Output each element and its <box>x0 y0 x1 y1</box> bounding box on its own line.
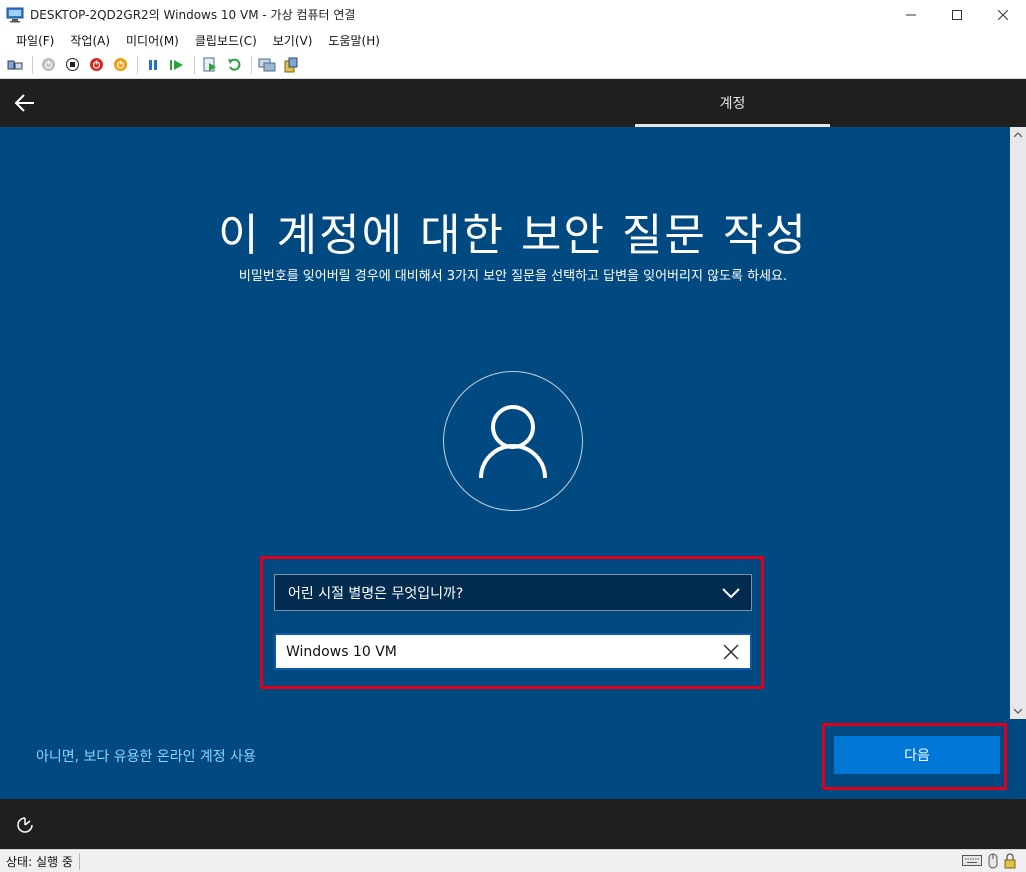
user-avatar <box>443 371 583 511</box>
answer-value: Windows 10 VM <box>286 643 397 660</box>
oobe-header: 계정 <box>0 79 1026 127</box>
mouse-icon <box>988 853 998 869</box>
enhanced-session-icon <box>258 58 276 71</box>
menu-help[interactable]: 도움말(H) <box>320 32 388 49</box>
scroll-down-button[interactable] <box>1010 703 1026 719</box>
share-icon <box>284 57 298 72</box>
menu-action[interactable]: 작업(A) <box>62 32 118 49</box>
accessibility-icon[interactable] <box>16 816 34 834</box>
menu-clipboard[interactable]: 클립보드(C) <box>187 32 265 49</box>
chevron-down-icon <box>1014 708 1022 714</box>
window-title: DESKTOP-2QD2GR2의 Windows 10 VM - 가상 컴퓨터 … <box>30 8 356 22</box>
menu-bar: 파일(F) 작업(A) 미디어(M) 클립보드(C) 보기(V) 도움말(H) <box>0 29 1026 51</box>
lock-icon <box>1004 853 1016 869</box>
security-question-page: 이 계정에 대한 보안 질문 작성 비밀번호를 잊어버릴 경우에 대비해서 3가… <box>0 127 1010 799</box>
power-icon <box>41 58 55 71</box>
stop-icon <box>65 58 79 71</box>
menu-view[interactable]: 보기(V) <box>265 32 321 49</box>
vm-connection-window: DESKTOP-2QD2GR2의 Windows 10 VM - 가상 컴퓨터 … <box>0 0 1026 872</box>
minimize-icon <box>906 14 916 15</box>
start-button[interactable] <box>37 54 59 76</box>
minimize-button[interactable] <box>888 0 934 29</box>
user-icon <box>479 405 547 479</box>
revert-icon <box>228 58 241 71</box>
toolbar-separator <box>137 55 138 74</box>
checkpoint-icon <box>203 57 216 71</box>
toolbar-separator <box>194 55 195 74</box>
page-title: 이 계정에 대한 보안 질문 작성 <box>218 210 808 261</box>
scroll-up-button[interactable] <box>1010 127 1026 143</box>
enhanced-session-button[interactable] <box>256 54 278 76</box>
status-text: 상태: 실행 중 <box>0 852 80 870</box>
page-subtitle: 비밀번호를 잊어버릴 경우에 대비해서 3가지 보안 질문을 선택하고 답변을 … <box>238 269 788 284</box>
status-icons <box>962 853 1016 869</box>
back-arrow-icon[interactable] <box>14 92 36 114</box>
revert-button[interactable] <box>223 54 245 76</box>
toolbar-separator <box>251 55 252 74</box>
vertical-scrollbar[interactable] <box>1010 127 1026 719</box>
turn-off-button[interactable] <box>61 54 83 76</box>
toolbar-separator <box>32 55 33 74</box>
security-answer-input[interactable]: Windows 10 VM <box>274 633 752 670</box>
chevron-up-icon <box>1014 132 1022 138</box>
shutdown-icon <box>89 58 103 71</box>
clear-icon[interactable] <box>722 643 740 661</box>
maximize-button[interactable] <box>934 0 980 29</box>
menu-file[interactable]: 파일(F) <box>8 32 62 49</box>
pause-button[interactable] <box>142 54 164 76</box>
chevron-down-icon <box>722 588 740 599</box>
ctrl-alt-del-icon <box>7 60 23 69</box>
tab-account: 계정 <box>719 96 746 112</box>
online-account-link[interactable]: 아니면, 보다 유용한 온라인 계정 사용 <box>36 746 256 766</box>
play-icon <box>170 59 183 70</box>
ctrl-alt-del-button[interactable] <box>4 54 26 76</box>
shutdown-button[interactable] <box>85 54 107 76</box>
oobe-footer <box>0 799 1026 849</box>
next-button[interactable]: 다음 <box>834 736 1000 774</box>
resume-button[interactable] <box>166 54 188 76</box>
title-bar: DESKTOP-2QD2GR2의 Windows 10 VM - 가상 컴퓨터 … <box>0 0 1026 29</box>
close-icon <box>998 9 1008 20</box>
checkpoint-button[interactable] <box>199 54 221 76</box>
status-bar: 상태: 실행 중 <box>0 849 1026 872</box>
vm-connection-icon <box>6 7 24 22</box>
toolbar <box>0 51 1026 79</box>
save-state-icon <box>113 58 127 71</box>
menu-media[interactable]: 미디어(M) <box>118 32 187 49</box>
security-question-dropdown[interactable]: 어린 시절 별명은 무엇입니까? <box>274 574 752 611</box>
share-button[interactable] <box>280 54 302 76</box>
pause-icon <box>149 59 157 70</box>
maximize-icon <box>952 9 962 20</box>
keyboard-icon <box>962 855 982 866</box>
dropdown-value: 어린 시절 별명은 무엇입니까? <box>288 585 464 602</box>
window-controls <box>888 0 1026 29</box>
close-button[interactable] <box>980 0 1026 29</box>
save-state-button[interactable] <box>109 54 131 76</box>
